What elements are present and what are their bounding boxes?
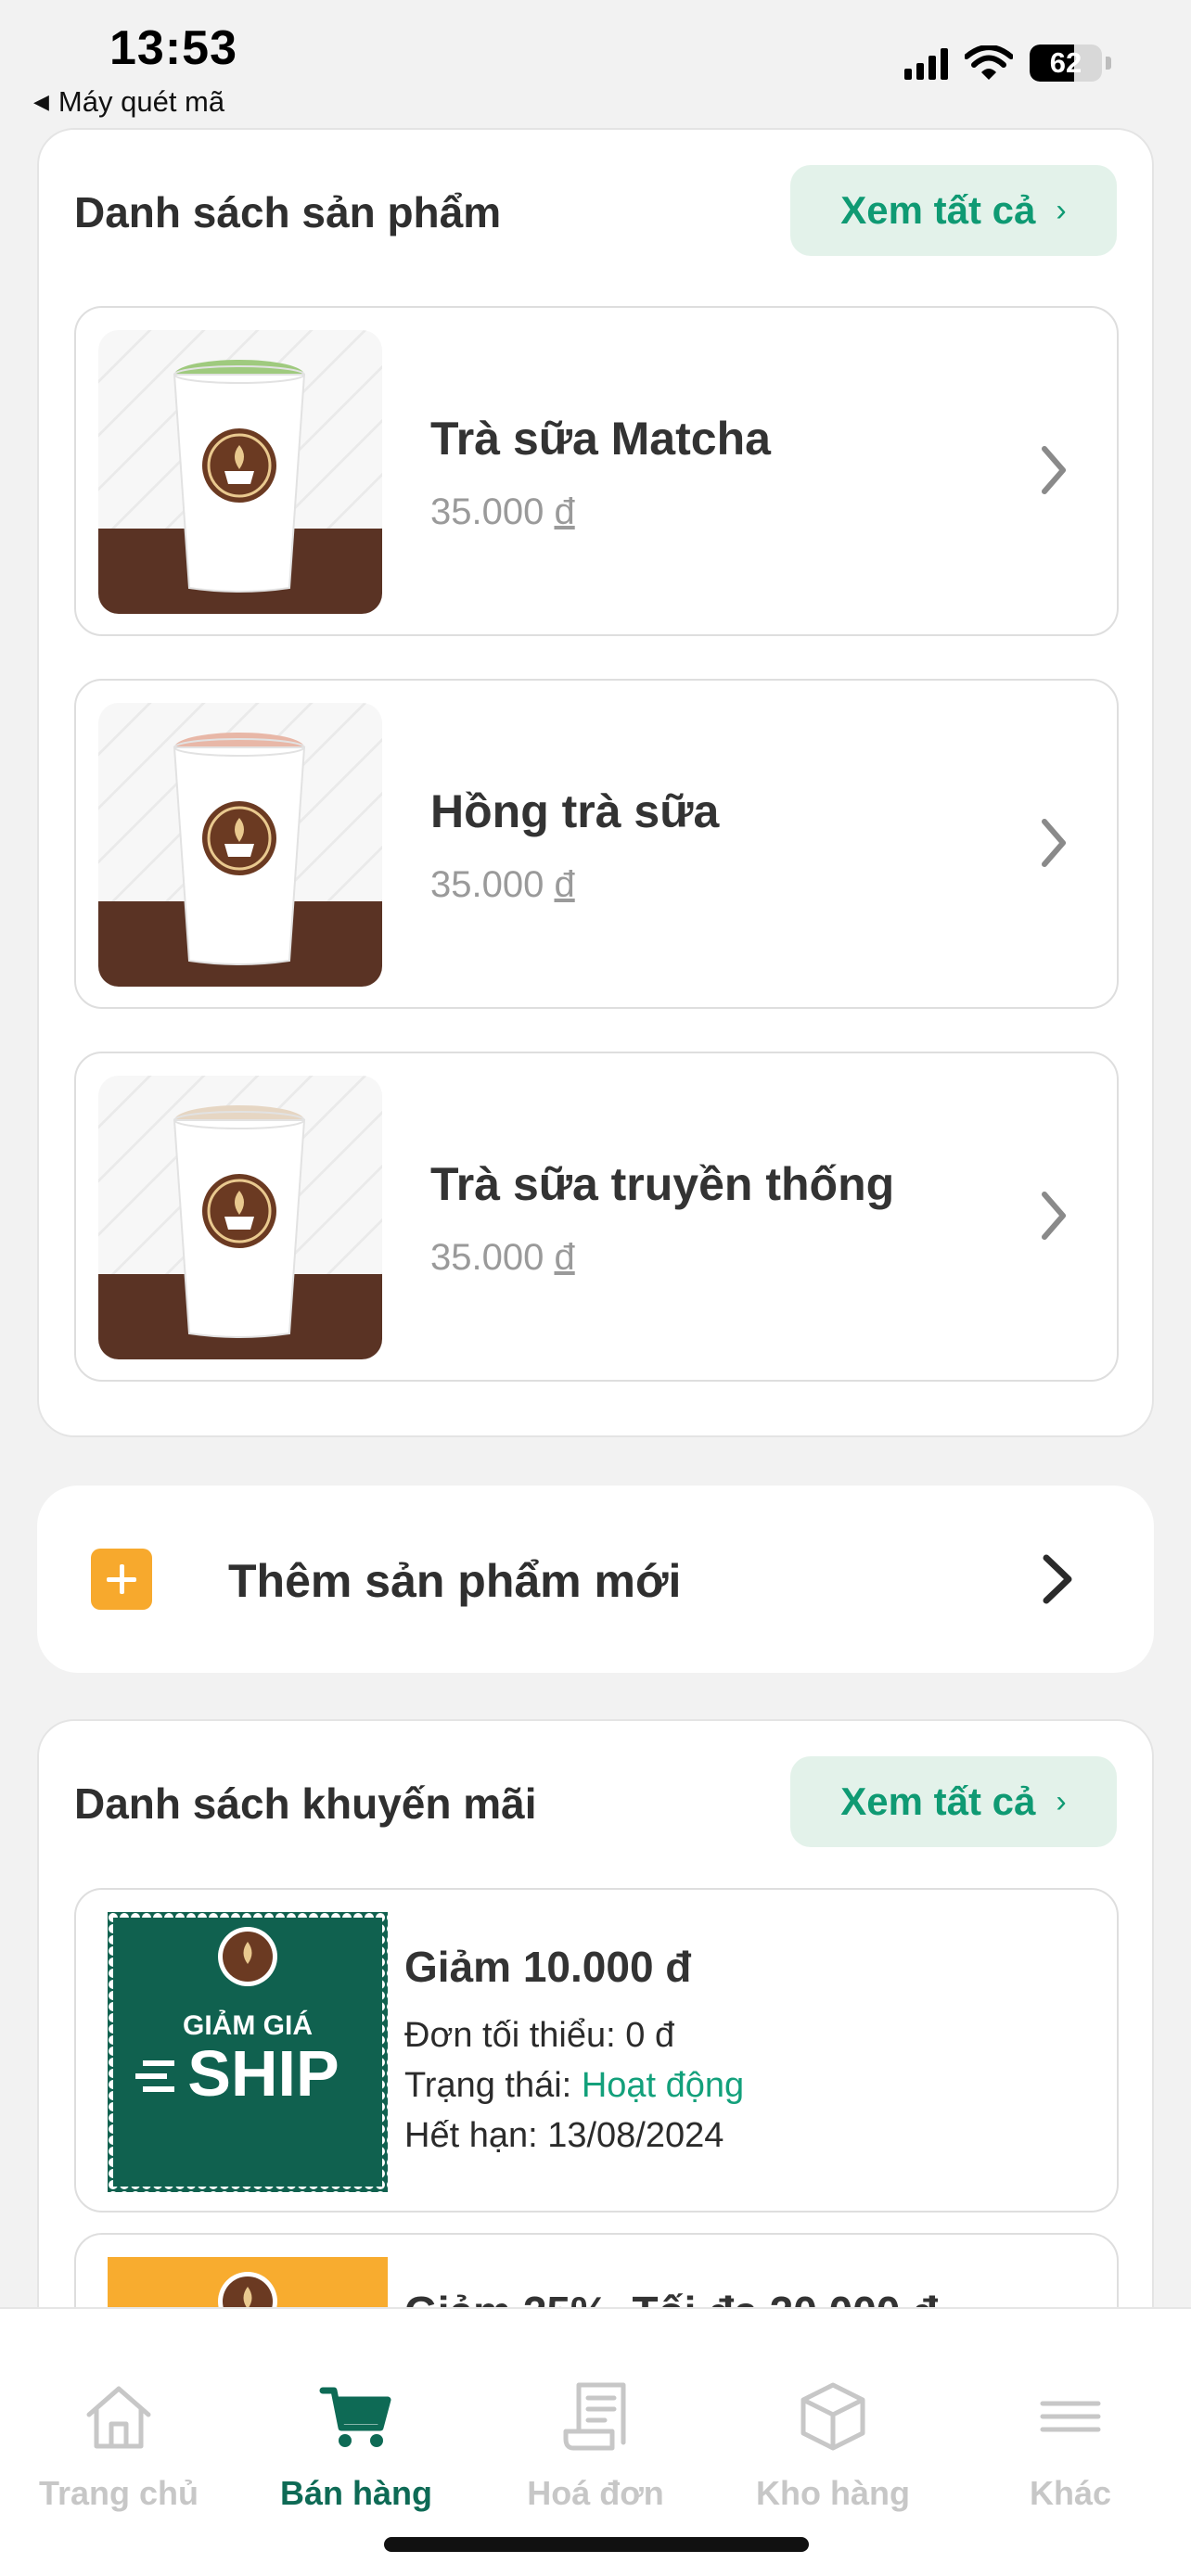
- chevron-right-icon: [1042, 1192, 1066, 1240]
- home-icon: [86, 2386, 151, 2449]
- product-name: Trà sữa Matcha: [430, 413, 771, 465]
- tab-more[interactable]: Khác: [952, 2309, 1189, 2512]
- tab-inventory[interactable]: Kho hàng: [714, 2309, 952, 2512]
- tab-home[interactable]: Trang chủ: [0, 2309, 237, 2512]
- voucher-line2: SHIP: [187, 2037, 339, 2110]
- status-bar: 13:53 ◀ Máy quét mã 62: [0, 0, 1191, 125]
- product-name: Trà sữa truyền thống: [430, 1158, 895, 1210]
- see-all-label: Xem tất cả: [840, 188, 1036, 232]
- promotion-row[interactable]: GIẢM GIÁ SHIP Giảm 10.000 đ Đơn tối thiể…: [74, 1888, 1119, 2213]
- menu-icon: [1040, 2401, 1101, 2432]
- box-icon: [800, 2382, 865, 2451]
- free-ship-voucher-image: GIẢM GIÁ SHIP: [108, 1912, 388, 2192]
- tab-label: Khác: [1029, 2474, 1112, 2512]
- product-image: [98, 330, 382, 614]
- drink-cup-icon: [173, 733, 306, 965]
- chevron-right-icon: ›: [1056, 192, 1067, 228]
- see-all-label: Xem tất cả: [840, 1779, 1036, 1823]
- product-name: Hồng trà sữa: [430, 785, 720, 837]
- battery-percent: 62: [1049, 46, 1082, 79]
- back-to-app-button[interactable]: ◀ Máy quét mã: [33, 85, 224, 119]
- product-list-card: Danh sách sản phẩm Xem tất cả › Trà sữa …: [37, 128, 1154, 1437]
- cart-icon: [319, 2387, 391, 2447]
- tab-label: Hoá đơn: [527, 2474, 664, 2512]
- tab-sales[interactable]: Bán hàng: [237, 2309, 475, 2512]
- product-row[interactable]: Trà sữa Matcha 35.000 đ: [74, 306, 1119, 636]
- product-list-title: Danh sách sản phẩm: [74, 188, 502, 236]
- home-indicator: [384, 2537, 809, 2552]
- promotion-expiry: Hết hạn: 13/08/2024: [404, 2116, 724, 2155]
- cellular-signal-icon: [904, 46, 948, 80]
- product-image: [98, 703, 382, 987]
- tab-label: Trang chủ: [38, 2474, 199, 2512]
- see-all-promotions-button[interactable]: Xem tất cả ›: [790, 1756, 1117, 1847]
- promotion-list-title: Danh sách khuyến mãi: [74, 1779, 537, 1828]
- status-active-text: Hoạt động: [581, 2066, 745, 2105]
- bottom-tab-bar: Trang chủ Bán hàng Hoá đơn Kho hàng Khác: [0, 2307, 1191, 2576]
- tab-label: Kho hàng: [756, 2474, 910, 2512]
- chevron-right-icon: [1042, 446, 1066, 494]
- promotion-min-order: Đơn tối thiểu: 0 đ: [404, 2016, 675, 2055]
- product-row[interactable]: Trà sữa truyền thống 35.000 đ: [74, 1052, 1119, 1382]
- back-app-label: Máy quét mã: [58, 85, 225, 118]
- add-product-label: Thêm sản phẩm mới: [228, 1555, 682, 1607]
- chevron-right-icon: [1043, 1554, 1072, 1604]
- receipt-icon: [563, 2382, 626, 2451]
- add-product-button[interactable]: Thêm sản phẩm mới: [37, 1486, 1154, 1673]
- tab-label: Bán hàng: [279, 2474, 432, 2512]
- tab-invoices[interactable]: Hoá đơn: [477, 2309, 714, 2512]
- battery-tip: [1106, 57, 1111, 70]
- status-time: 13:53: [109, 21, 237, 75]
- product-price: 35.000 đ: [430, 491, 575, 532]
- chevron-right-icon: ›: [1056, 1783, 1067, 1819]
- promotion-status: Trạng thái: Hoạt động: [404, 2066, 745, 2105]
- product-price: 35.000 đ: [430, 864, 575, 905]
- product-image: [98, 1076, 382, 1359]
- promotion-title: Giảm 10.000 đ: [404, 1943, 692, 1991]
- see-all-products-button[interactable]: Xem tất cả ›: [790, 165, 1117, 256]
- wifi-icon: [965, 45, 1013, 80]
- back-triangle-icon: ◀: [33, 90, 49, 113]
- voucher-line1: GIẢM GIÁ: [183, 2009, 313, 2041]
- product-row[interactable]: Hồng trà sữa 35.000 đ: [74, 679, 1119, 1009]
- plus-icon: [91, 1549, 152, 1610]
- status-icons: 62: [904, 45, 1111, 82]
- drink-cup-icon: [173, 360, 306, 593]
- battery-icon: 62: [1030, 45, 1102, 82]
- chevron-right-icon: [1042, 819, 1066, 867]
- drink-cup-icon: [173, 1105, 306, 1338]
- product-price: 35.000 đ: [430, 1237, 575, 1278]
